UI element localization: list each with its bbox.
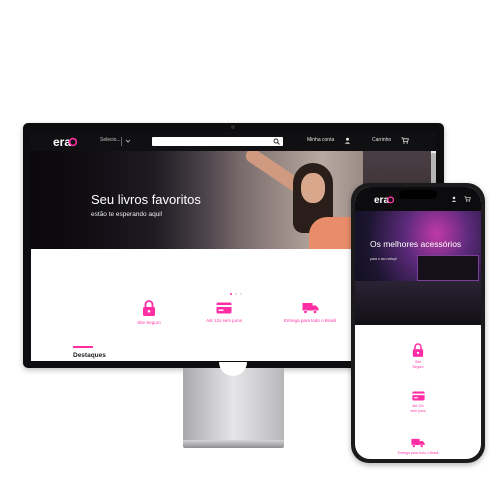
dynamic-island [399, 190, 437, 199]
user-icon[interactable] [344, 137, 351, 144]
feature-label: Até 12x sem juros [410, 404, 426, 413]
feature-shipping: Entrega para todo o Brasil [270, 302, 350, 323]
feature-shipping: Entrega para todo o Brasil [355, 438, 481, 456]
feature-installments: Até 12x sem juros [355, 391, 481, 414]
section-title-underline [73, 346, 93, 348]
carousel-dots [230, 282, 245, 300]
cart-icon[interactable] [464, 196, 471, 202]
desktop-navbar: era Selecio... Minha conta Carrinho [31, 132, 436, 151]
truck-icon [411, 438, 425, 448]
mobile-navbar: era [355, 187, 481, 211]
mobile-screen: era Os melhores acessórios para o seu se… [355, 187, 481, 459]
carousel-dot[interactable] [240, 293, 242, 295]
era-logo[interactable]: era [374, 194, 394, 205]
hero-title: Seu livros favoritos [91, 192, 201, 207]
credit-card-icon [216, 302, 232, 314]
lock-icon [143, 300, 155, 316]
hero-subtitle: para o seu setup! [370, 257, 398, 261]
camera-dot [231, 125, 235, 129]
credit-card-icon [411, 391, 425, 401]
mobile-phone: era Os melhores acessórios para o seu se… [351, 183, 485, 463]
feature-label: Entrega para todo o Brasil [397, 451, 439, 455]
era-logo[interactable]: era [53, 135, 77, 148]
feature-installments: Até 12x sem juros [184, 302, 264, 323]
lock-icon [412, 343, 424, 357]
feature-label: Site Seguro [412, 360, 424, 369]
monitor-base [183, 440, 284, 448]
feature-label: Site Seguro [137, 320, 161, 325]
monitor-stand [183, 368, 284, 440]
category-select[interactable]: Selecio... [100, 137, 121, 143]
feature-label: Entrega para todo o Brasil [283, 318, 337, 323]
user-icon[interactable] [451, 196, 457, 202]
feature-secure-site: Site Seguro [109, 300, 189, 325]
select-divider [121, 137, 122, 146]
hero-person-face [301, 173, 325, 203]
era-logo-text: era [374, 195, 389, 205]
feature-secure-site: Site Seguro [355, 343, 481, 370]
feature-label: Até 12x sem juros [205, 318, 242, 323]
carousel-dots [412, 321, 427, 325]
hero-title: Os melhores acessórios [370, 239, 462, 249]
cart-icon[interactable] [401, 137, 409, 144]
truck-icon [302, 303, 318, 314]
section-title: Destaques [73, 352, 106, 359]
carousel-dot[interactable] [235, 293, 237, 295]
hero-desk [355, 281, 481, 325]
hero-setup-monitor [417, 255, 479, 281]
mobile-hero-banner[interactable]: Os melhores acessórios para o seu setup! [355, 211, 481, 325]
search-input[interactable] [152, 137, 283, 146]
carousel-dot[interactable] [230, 293, 232, 295]
chevron-down-icon[interactable] [125, 138, 131, 144]
search-icon[interactable] [273, 138, 280, 145]
account-link[interactable]: Minha conta [307, 137, 334, 143]
era-logo-text: era [53, 135, 71, 148]
hero-subtitle: estão te esperando aqui! [91, 211, 163, 218]
cart-link[interactable]: Carrinho [372, 137, 391, 143]
